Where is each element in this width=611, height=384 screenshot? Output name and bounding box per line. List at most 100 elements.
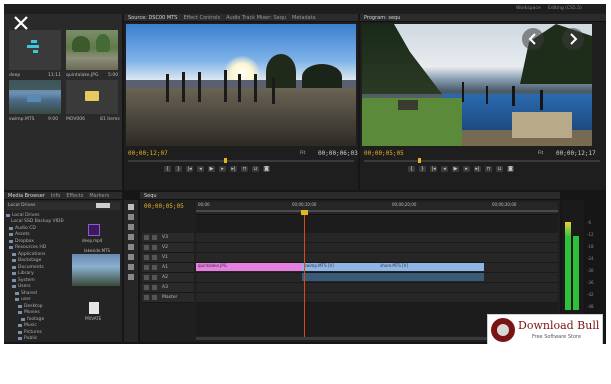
view-toggle-button[interactable] [96, 203, 110, 208]
work-area-bar[interactable] [196, 210, 558, 212]
track-select-tool[interactable] [128, 214, 134, 220]
play-button[interactable]: ▶ [452, 166, 459, 172]
timeline-playhead[interactable] [304, 210, 305, 338]
lift-button[interactable]: ⊓ [485, 166, 492, 172]
track-row[interactable] [196, 293, 558, 303]
play-button[interactable]: ▶ [208, 166, 215, 172]
clip-swimp[interactable]: swimp.MTS [V] [302, 263, 378, 271]
lock-icon[interactable] [152, 265, 157, 270]
clip-shore[interactable]: shore.MTS [V] [378, 263, 484, 271]
track-header[interactable]: A2 [142, 273, 194, 283]
program-timecode-in[interactable]: 00;00;05;05 [364, 150, 404, 157]
program-fit-select[interactable]: Fit [538, 151, 543, 156]
go-to-out-button[interactable]: ▸| [230, 166, 237, 172]
lock-icon[interactable] [152, 275, 157, 280]
audio-clip-band[interactable] [302, 273, 484, 281]
track-header[interactable]: A1 [142, 263, 194, 273]
ripple-edit-tool[interactable] [128, 224, 134, 230]
step-back-button[interactable]: ◂ [441, 166, 448, 172]
tree-item[interactable]: Local SSD Backup VIDEO [6, 219, 64, 226]
mark-in-button[interactable]: { [164, 166, 171, 172]
close-icon[interactable] [12, 14, 30, 32]
pen-tool[interactable] [128, 264, 134, 270]
tab-audio-mixer[interactable]: Audio Track Mixer: Sequ [226, 15, 286, 21]
source-scrubber[interactable] [128, 160, 354, 162]
track-header[interactable]: Master [142, 293, 194, 303]
track-row[interactable] [196, 243, 558, 253]
slip-tool[interactable] [128, 254, 134, 260]
tab-media-browser[interactable]: Media Browser [8, 193, 45, 199]
tree-item-label: footage [27, 316, 45, 322]
toggle-track-output-icon[interactable] [144, 255, 149, 260]
program-scrubber[interactable] [364, 160, 600, 162]
mark-out-button[interactable]: } [419, 166, 426, 172]
mark-out-button[interactable]: } [175, 166, 182, 172]
lock-icon[interactable] [152, 255, 157, 260]
clip-label: shore.MTS [V] [380, 263, 408, 268]
track-header[interactable]: A3 [142, 283, 194, 293]
step-forward-button[interactable]: ▸ [463, 166, 470, 172]
go-to-out-button[interactable]: ▸| [474, 166, 481, 172]
project-item-deep[interactable] [9, 30, 61, 70]
filter-dropdown[interactable]: Local Drives [8, 203, 35, 208]
next-nav-button[interactable] [562, 28, 584, 50]
lock-icon[interactable] [152, 295, 157, 300]
export-frame-button[interactable]: ◙ [507, 166, 514, 172]
extract-button[interactable]: ⊔ [496, 166, 503, 172]
insert-button[interactable]: ⊓ [241, 166, 248, 172]
track-row[interactable] [196, 253, 558, 263]
tab-program[interactable]: Program: sequ [364, 15, 400, 21]
timeline-ruler[interactable]: 00;00 00;00;10;00 00;00;20;00 00;00;30;0… [196, 202, 558, 215]
toggle-track-output-icon[interactable] [144, 265, 149, 270]
rolling-edit-tool[interactable] [128, 234, 134, 240]
mark-in-button[interactable]: { [408, 166, 415, 172]
toggle-track-output-icon[interactable] [144, 245, 149, 250]
tab-effect-controls[interactable]: Effect Controls [183, 15, 220, 21]
tab-metadata[interactable]: Metadata [292, 15, 316, 21]
lock-icon[interactable] [152, 235, 157, 240]
selection-tool[interactable] [128, 204, 134, 210]
track-row[interactable] [196, 233, 558, 243]
tree-item-label: Shared [21, 290, 37, 296]
prev-nav-button[interactable] [522, 28, 544, 50]
clip-quintalake[interactable]: quintalake.JPG [196, 263, 302, 271]
razor-tool[interactable] [128, 244, 134, 250]
step-forward-button[interactable]: ▸ [219, 166, 226, 172]
tab-markers[interactable]: Markers [89, 193, 109, 199]
project-item-swimp[interactable] [9, 80, 61, 114]
project-item-quintalake[interactable] [66, 30, 118, 70]
timeline-playhead-handle[interactable] [301, 210, 308, 215]
track-header[interactable]: V1 [142, 253, 194, 263]
media-thumb-label: lakeside.MTS [84, 248, 111, 253]
step-back-button[interactable]: ◂ [197, 166, 204, 172]
lock-icon[interactable] [152, 285, 157, 290]
toggle-track-output-icon[interactable] [144, 295, 149, 300]
tab-sequence[interactable]: Sequ [144, 193, 157, 199]
toggle-track-output-icon[interactable] [144, 235, 149, 240]
track-header[interactable]: V3 [142, 233, 194, 243]
tab-effects[interactable]: Effects [66, 193, 83, 199]
project-item-mov006[interactable] [66, 80, 118, 114]
source-timecode-in[interactable]: 00;00;12;07 [128, 150, 168, 157]
tree-item[interactable]: Public [6, 336, 64, 340]
workspace-value[interactable]: Editing (CS5.5) [548, 6, 582, 11]
source-playhead[interactable] [224, 158, 227, 163]
media-thumb-private[interactable]: PRIVATE [85, 300, 104, 326]
source-fit-select[interactable]: Fit [300, 151, 305, 156]
overwrite-button[interactable]: ⊔ [252, 166, 259, 172]
hand-tool[interactable] [128, 274, 134, 280]
track-header[interactable]: V2 [142, 243, 194, 253]
timeline-timecode[interactable]: 00;00;05;05 [144, 203, 184, 210]
program-playhead[interactable] [418, 158, 421, 163]
tab-source[interactable]: Source: DSC00 MTS [128, 15, 177, 21]
toggle-track-output-icon[interactable] [144, 275, 149, 280]
media-thumb-deep[interactable]: deep.mp4 [82, 220, 106, 244]
go-to-in-button[interactable]: |◂ [430, 166, 437, 172]
go-to-in-button[interactable]: |◂ [186, 166, 193, 172]
lock-icon[interactable] [152, 245, 157, 250]
export-frame-button[interactable]: ◙ [263, 166, 270, 172]
tab-info[interactable]: Info [51, 193, 60, 199]
media-thumb-lakeside[interactable]: lakeside.MTS [72, 248, 120, 286]
toggle-track-output-icon[interactable] [144, 285, 149, 290]
track-row[interactable] [196, 283, 558, 293]
